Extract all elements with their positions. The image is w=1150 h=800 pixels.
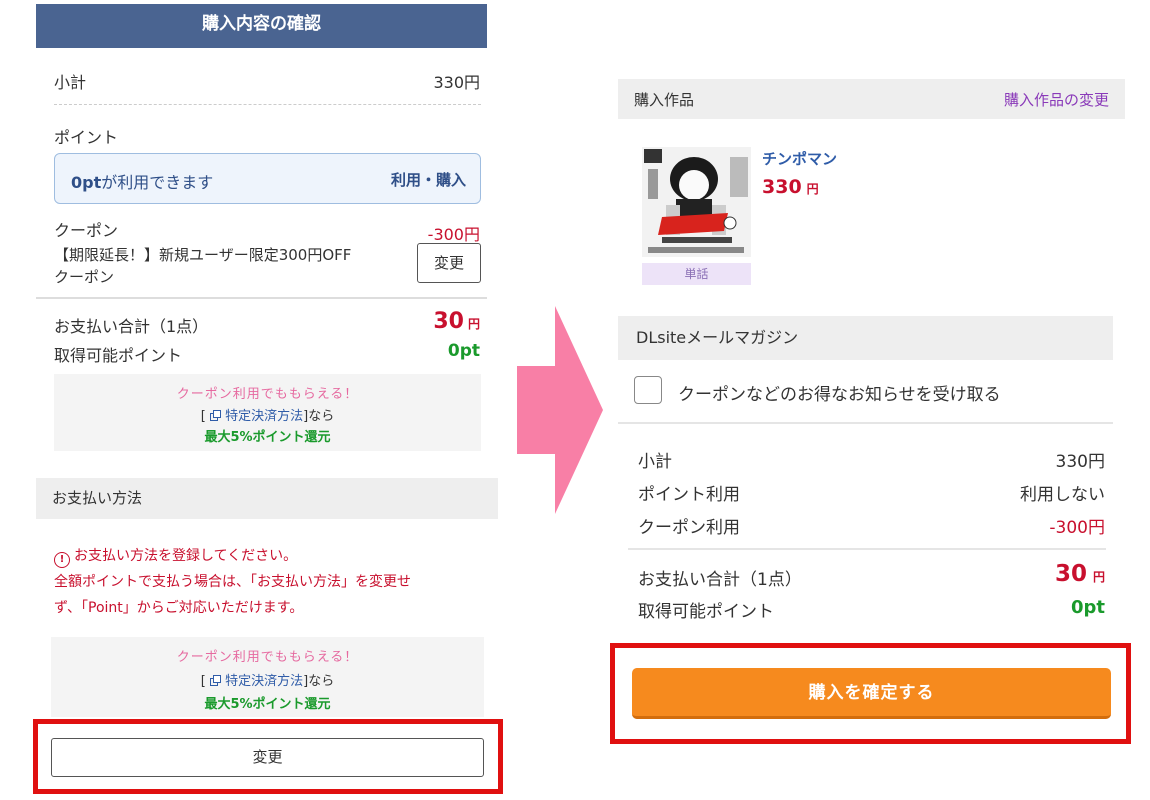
promo-line2: [ 特定決済方法]なら	[54, 405, 481, 424]
subtotal-label: 小計	[54, 73, 87, 92]
promo-box: クーポン利用でももらえる！ [ 特定決済方法]なら 最大5%ポイント還元	[54, 374, 481, 451]
summary-point-use-value: 利用しない	[1020, 485, 1105, 505]
page-title: 購入内容の確認	[202, 14, 321, 34]
arrow-right-icon	[517, 306, 603, 514]
mail-magazine-header: DLsiteメールマガジン	[618, 316, 1113, 360]
work-price: 330 円	[762, 176, 819, 198]
payment-method-header: お支払い方法	[36, 478, 498, 519]
earnable-points-value: 0pt	[447, 341, 480, 361]
summary-subtotal-label: 小計	[638, 452, 672, 472]
payment-warning-text1: お支払い方法を登録してください。	[74, 548, 298, 564]
divider	[618, 422, 1113, 424]
points-use-purchase-link[interactable]: 利用・購入	[391, 169, 466, 190]
external-link-icon	[209, 675, 221, 686]
confirm-purchase-button[interactable]: 購入を確定する	[632, 668, 1111, 719]
promo-bracket-open: [	[200, 674, 206, 689]
right-earnable-points-label: 取得可能ポイント	[638, 602, 774, 622]
coupon-change-button[interactable]: 変更	[417, 243, 481, 283]
mail-magazine-checkbox-label[interactable]: クーポンなどのお得なお知らせを受け取る	[678, 380, 1001, 405]
payment-method-link[interactable]: 特定決済方法	[209, 674, 304, 689]
summary-coupon-use-value: -300円	[1049, 518, 1105, 538]
episode-badge: 単話	[642, 263, 751, 285]
payment-warning: ! お支払い方法を登録してください。 全額ポイントで支払う場合は、「お支払い方法」…	[54, 543, 474, 621]
right-earnable-points-value: 0pt	[1070, 597, 1105, 618]
right-total-label: お支払い合計（1点）	[638, 570, 802, 590]
page-header: 購入内容の確認	[36, 4, 487, 48]
coupon-name-line2: クーポン	[54, 268, 115, 286]
summary-coupon-use-label: クーポン利用	[638, 518, 740, 538]
work-price-unit: 円	[806, 182, 819, 196]
total-amount-unit: 円	[467, 317, 480, 331]
purchased-works-title: 購入作品	[634, 91, 695, 109]
promo-bracket-open: [	[200, 409, 206, 424]
purchased-works-header: 購入作品 購入作品の変更	[618, 79, 1125, 119]
right-total-unit: 円	[1092, 570, 1105, 584]
earnable-points-label: 取得可能ポイント	[54, 346, 183, 365]
total-amount-number: 30	[433, 309, 464, 334]
promo-bracket-close: ]なら	[303, 409, 335, 424]
total-label: お支払い合計（1点）	[54, 317, 209, 336]
promo-line2: [ 特定決済方法]なら	[51, 670, 484, 689]
points-label: ポイント	[54, 128, 119, 147]
total-amount: 30 円	[433, 309, 480, 334]
coupon-name-line1: 【期限延長！】新規ユーザー限定300円OFF	[54, 246, 352, 264]
payment-method-link-text: 特定決済方法	[225, 409, 304, 424]
warning-circle-icon: !	[54, 552, 70, 568]
work-cover-image[interactable]	[642, 147, 751, 257]
mail-magazine-checkbox[interactable]	[634, 376, 662, 404]
coupon-name: 【期限延長！】新規ユーザー限定300円OFF クーポン	[54, 244, 404, 288]
summary-point-use-label: ポイント利用	[638, 485, 740, 505]
promo-line1: クーポン利用でももらえる！	[176, 387, 359, 402]
payment-method-link-text: 特定決済方法	[225, 674, 304, 689]
subtotal-value: 330円	[433, 73, 480, 92]
promo-line3: 最大5%ポイント還元	[204, 430, 331, 445]
promo-line3: 最大5%ポイント還元	[204, 697, 331, 712]
external-link-icon	[209, 410, 221, 421]
promo-bracket-close: ]なら	[303, 674, 335, 689]
right-total-amount: 30 円	[1055, 561, 1105, 587]
promo-box: クーポン利用でももらえる！ [ 特定決済方法]なら 最大5%ポイント還元	[51, 637, 484, 717]
payment-warning-line3: ず、「Point」からご対応いただけます。	[54, 600, 304, 616]
payment-warning-line2: 全額ポイントで支払う場合は、「お支払い方法」を変更せ	[54, 574, 411, 590]
divider	[54, 104, 481, 105]
points-use-box[interactable]: 0ptが利用できます 利用・購入	[54, 153, 481, 204]
summary-subtotal-value: 330円	[1055, 452, 1105, 472]
payment-method-link[interactable]: 特定決済方法	[209, 409, 304, 424]
work-title-link[interactable]: チンポマン	[762, 148, 837, 169]
right-total-number: 30	[1054, 561, 1087, 587]
coupon-discount: -300円	[427, 225, 480, 244]
work-price-number: 330	[762, 176, 802, 198]
points-available-amount: 0pt	[71, 173, 102, 192]
change-works-link[interactable]: 購入作品の変更	[1004, 89, 1109, 110]
points-available-text: 0ptが利用できます	[71, 169, 213, 193]
coupon-label: クーポン	[54, 221, 119, 240]
divider	[36, 297, 487, 299]
payment-warning-line1: ! お支払い方法を登録してください。	[54, 543, 474, 569]
points-available-suffix: が利用できます	[101, 173, 214, 192]
payment-change-button[interactable]: 変更	[51, 738, 484, 777]
divider	[628, 548, 1106, 550]
promo-line1: クーポン利用でももらえる！	[176, 650, 359, 665]
